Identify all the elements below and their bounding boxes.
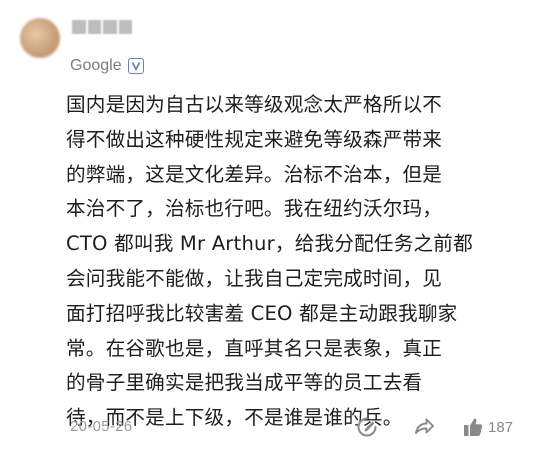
share-button[interactable] <box>411 414 437 440</box>
comment-line: 国内是因为自古以来等级观念太严格所以不 <box>66 93 443 116</box>
comment-line: 面打招呼我比较害羞 CEO 都是主动跟我聊家 <box>66 301 458 325</box>
comment-line: CTO 都叫我 Mr Arthur，给我分配任务之前都 <box>66 232 473 256</box>
comment-line: 的弊端，这是文化差异。治标不治本，但是 <box>66 162 443 186</box>
pencil-circle-icon <box>357 417 377 437</box>
comment-card: Google 国内是因为自古以来等级观念太严格所以不 得不做出这种硬性规定来避免… <box>0 0 543 465</box>
like-count: 187 <box>488 418 514 436</box>
username-redacted <box>72 20 132 34</box>
avatar[interactable] <box>20 18 60 58</box>
comment-footer: 20-05-26 187 <box>0 414 543 444</box>
comment-line: 会问我能不能做，让我自己定完成时间，见 <box>66 266 443 290</box>
share-arrow-icon <box>415 418 434 434</box>
comment-line: 本治不了，治标也行吧。我在纽约沃尔玛， <box>66 197 443 221</box>
comment-line: 常。在谷歌也是，直呼其名只是表象，真正 <box>66 336 443 360</box>
comment-line: 的骨子里确实是把我当成平等的员工去看 <box>66 371 423 395</box>
like-button[interactable]: 187 <box>462 414 513 440</box>
author-company-row: Google <box>70 57 144 75</box>
author-company: Google <box>70 57 122 74</box>
verified-badge-icon <box>127 58 144 74</box>
comment-date: 20-05-26 <box>70 418 133 435</box>
edit-button[interactable] <box>354 414 380 440</box>
thumbs-up-icon <box>464 418 483 436</box>
comment-line: 得不做出这种硬性规定来避免等级森严带来 <box>66 127 443 151</box>
comment-body: 国内是因为自古以来等级观念太严格所以不 得不做出这种硬性规定来避免等级森严带来 … <box>66 88 491 436</box>
